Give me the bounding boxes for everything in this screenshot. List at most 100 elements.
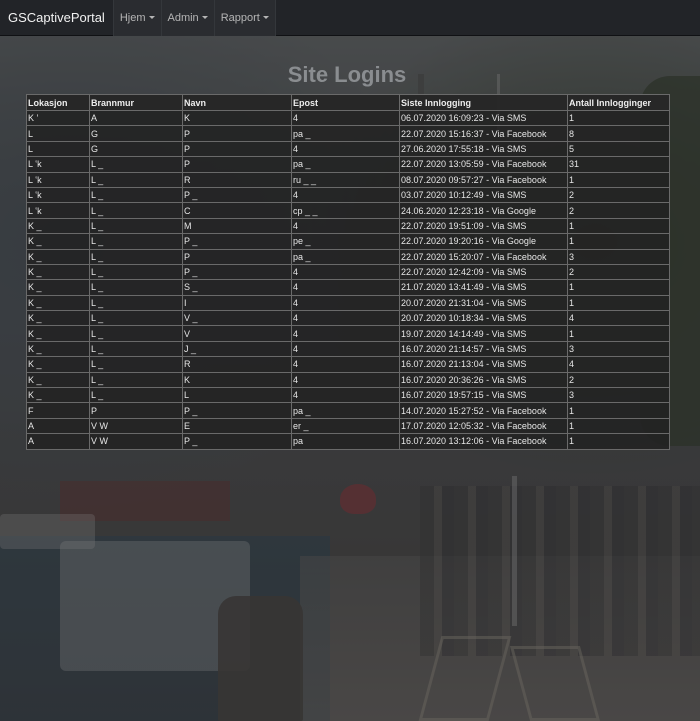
cell-siste-innlogging: 03.07.2020 10:12:49 - Via SMS: [399, 186, 568, 204]
cell-siste-innlogging: 19.07.2020 14:14:49 - Via SMS: [399, 325, 568, 342]
cell-navn: P _: [182, 186, 292, 204]
cell-siste-innlogging: 16.07.2020 21:14:57 - Via SMS: [399, 340, 568, 358]
cell-navn: L: [182, 387, 292, 404]
cell-antall-innlogginger: 31: [567, 156, 670, 173]
cell-lokasjon: A: [26, 417, 90, 435]
cell-epost: 4: [291, 371, 400, 389]
cell-antall-innlogginger: 1: [567, 171, 670, 188]
table-row: L G P 4 27.06.2020 17:55:18 - Via SMS 5: [26, 140, 670, 158]
cell-epost: pa _: [291, 248, 400, 265]
cell-navn: E: [182, 417, 292, 435]
nav-hjem-dropdown[interactable]: Hjem: [112, 0, 161, 36]
brand-link[interactable]: GSCaptivePortal: [0, 0, 113, 36]
cell-siste-innlogging: 22.07.2020 19:51:09 - Via SMS: [399, 217, 568, 235]
cell-siste-innlogging: 27.06.2020 17:55:18 - Via SMS: [399, 140, 568, 158]
cell-epost: 4: [291, 387, 400, 404]
cell-epost: 4: [291, 263, 400, 281]
cell-lokasjon: L ‛k: [26, 186, 90, 204]
cell-lokasjon: L: [26, 140, 90, 158]
cell-siste-innlogging: 21.07.2020 13:41:49 - Via SMS: [399, 279, 568, 296]
cell-navn: S _: [182, 279, 292, 296]
cell-siste-innlogging: 20.07.2020 21:31:04 - Via SMS: [399, 294, 568, 312]
cell-antall-innlogginger: 3: [567, 387, 670, 404]
cell-epost: pe _: [291, 233, 400, 250]
cell-lokasjon: L ‛k: [26, 171, 90, 188]
cell-brannmur: V W: [89, 417, 183, 435]
cell-brannmur: L _: [89, 186, 183, 204]
cell-brannmur: L _: [89, 233, 183, 250]
cell-siste-innlogging: 16.07.2020 19:57:15 - Via SMS: [399, 387, 568, 404]
cell-siste-innlogging: 16.07.2020 13:12:06 - Via Facebook: [399, 433, 568, 450]
header-lokasjon: Lokasjon: [26, 94, 90, 111]
cell-brannmur: L _: [89, 294, 183, 312]
cell-antall-innlogginger: 1: [567, 217, 670, 235]
table-row: L ‛k L _ Rru _ _ 08.07.2020 09:57:27 - Via …: [26, 171, 670, 188]
cell-antall-innlogginger: 1: [567, 402, 670, 419]
cell-epost: 4: [291, 356, 400, 373]
cell-navn: P: [182, 140, 292, 158]
cell-epost: 4: [291, 340, 400, 358]
header-brannmur: Brannmur: [89, 94, 183, 111]
cell-brannmur: L _: [89, 263, 183, 281]
cell-lokasjon: K _: [26, 310, 90, 327]
cell-antall-innlogginger: 1: [567, 294, 670, 312]
cell-antall-innlogginger: 3: [567, 340, 670, 358]
cell-navn: I: [182, 294, 292, 312]
cell-navn: R: [182, 171, 292, 188]
cell-epost: pa _: [291, 402, 400, 419]
cell-epost: 4: [291, 310, 400, 327]
cell-antall-innlogginger: 4: [567, 356, 670, 373]
cell-lokasjon: A: [26, 433, 90, 450]
cell-brannmur: L _: [89, 156, 183, 173]
nav-rapport-dropdown[interactable]: Rapport: [213, 0, 276, 36]
cell-siste-innlogging: 24.06.2020 12:23:18 - Via Google: [399, 202, 568, 219]
table-row: L ‛k L _ Ccp _ _ 24.06.2020 12:23:18 - Via …: [26, 202, 670, 219]
table-row: K ‛ A K 4 06.07.2020 16:09:23 - Via SMS 1: [26, 109, 670, 127]
cell-antall-innlogginger: 5: [567, 140, 670, 158]
top-navbar: GSCaptivePortal Hjem Admin Rapport: [0, 0, 700, 36]
cell-navn: M: [182, 217, 292, 235]
nav-hjem-label: Hjem: [119, 11, 146, 24]
cell-brannmur: G: [89, 140, 183, 158]
table-row: FPP _ pa _ 14.07.2020 15:27:52 - Via Faceb…: [26, 402, 670, 419]
cell-brannmur: A: [89, 109, 183, 127]
cell-antall-innlogginger: 3: [567, 248, 670, 265]
cell-epost: pa _: [291, 125, 400, 142]
nav-admin-dropdown[interactable]: Admin: [160, 0, 214, 36]
cell-lokasjon: K _: [26, 233, 90, 250]
cell-siste-innlogging: 20.07.2020 10:18:34 - Via SMS: [399, 310, 568, 327]
cell-lokasjon: K _: [26, 371, 90, 389]
nav-rapport-label: Rapport: [220, 11, 260, 24]
cell-antall-innlogginger: 1: [567, 109, 670, 127]
cell-lokasjon: K _: [26, 325, 90, 342]
table-row: K _ L _ M 4 22.07.2020 19:51:09 - Via SMS 1: [26, 217, 670, 235]
cell-brannmur: L _: [89, 340, 183, 358]
cell-epost: 4: [291, 140, 400, 158]
cell-navn: J _: [182, 340, 292, 358]
cell-navn: P _: [182, 433, 292, 450]
cell-lokasjon: L ‛k: [26, 156, 90, 173]
cell-antall-innlogginger: 4: [567, 310, 670, 327]
cell-antall-innlogginger: 8: [567, 125, 670, 142]
cell-antall-innlogginger: 2: [567, 371, 670, 389]
nav-admin-label: Admin: [167, 11, 199, 24]
cell-epost: 4: [291, 217, 400, 235]
cell-epost: 4: [291, 186, 400, 204]
table-row: L ‛k L _ P _ 4 03.07.2020 10:12:49 - Via SMS…: [26, 186, 670, 204]
header-navn: Navn: [182, 94, 292, 111]
cell-siste-innlogging: 22.07.2020 19:20:16 - Via Google: [399, 233, 568, 250]
cell-lokasjon: K _: [26, 294, 90, 312]
table-row: K _ L _ L 4 16.07.2020 19:57:15 - Via SMS 3: [26, 387, 670, 404]
cell-antall-innlogginger: 2: [567, 263, 670, 281]
table-row: K _ L _ J _ 4 16.07.2020 21:14:57 - Via SMS 3: [26, 340, 670, 358]
cell-siste-innlogging: 08.07.2020 09:57:27 - Via Facebook: [399, 171, 568, 188]
table-row: AV WP _ pa 16.07.2020 13:12:06 - Via Faceb…: [26, 433, 670, 450]
table-row: K _ L _ Ppa _ 22.07.2020 15:20:07 - Via Fac…: [26, 248, 670, 265]
table-row: K _ L _ S _ 4 21.07.2020 13:41:49 - Via SMS 1: [26, 279, 670, 296]
cell-epost: 4: [291, 109, 400, 127]
cell-navn: K: [182, 109, 292, 127]
table-row: K _ L _ P _ pe _ 22.07.2020 19:20:16 - Via G…: [26, 233, 670, 250]
page-title: Site Logins: [287, 62, 407, 87]
cell-epost: 4: [291, 325, 400, 342]
cell-epost: 4: [291, 279, 400, 296]
